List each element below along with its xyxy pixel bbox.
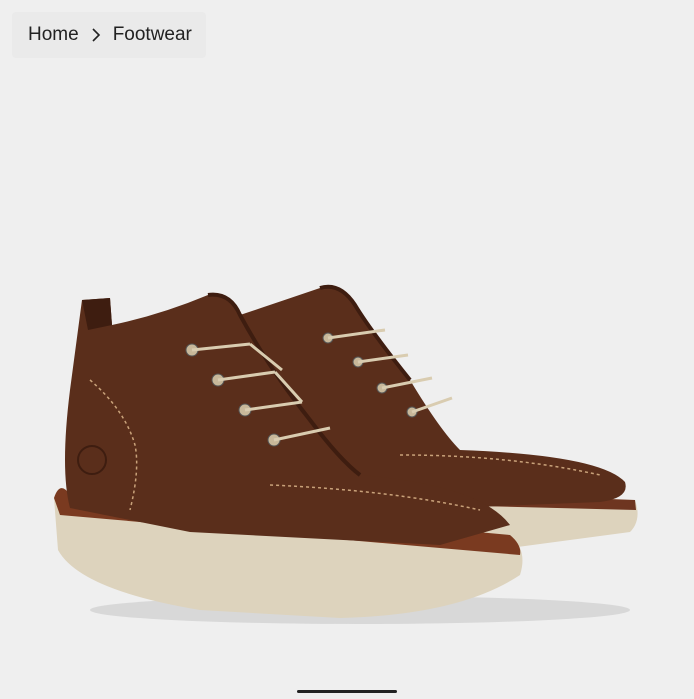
breadcrumb-footwear-link[interactable]: Footwear xyxy=(113,24,192,46)
breadcrumb-home-link[interactable]: Home xyxy=(28,24,79,46)
chevron-right-icon xyxy=(91,27,101,43)
scroll-indicator xyxy=(297,690,397,693)
product-image[interactable] xyxy=(40,270,660,640)
boot-image xyxy=(54,284,638,624)
breadcrumb: Home Footwear xyxy=(12,12,206,58)
